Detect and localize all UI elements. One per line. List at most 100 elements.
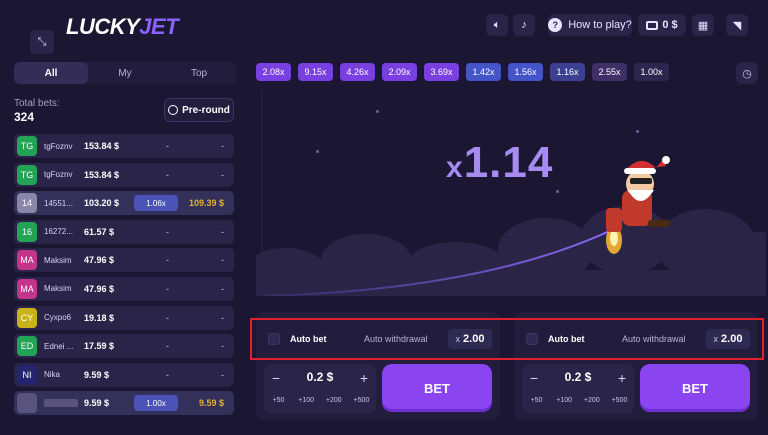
quick-plus-50-1[interactable]: +50 bbox=[266, 397, 291, 404]
pre-round-label: Pre-round bbox=[182, 104, 230, 116]
tab-my[interactable]: My bbox=[88, 62, 162, 84]
stake-value-1[interactable]: 0.2 $ bbox=[292, 370, 348, 384]
how-to-play-label: How to play? bbox=[568, 19, 632, 31]
bet-win: - bbox=[221, 312, 224, 323]
bet-multiplier: - bbox=[166, 312, 169, 323]
music-button[interactable]: ♪ bbox=[513, 14, 535, 36]
logo-lucky: LUCKY bbox=[66, 14, 140, 39]
bet-multiplier: 1.00x bbox=[134, 395, 178, 412]
bet-username: Maksim bbox=[44, 255, 72, 265]
app: LUCKYJET ⤡ 🔈︎ ♪ ? How to play? 0 $ ▦ ◥ A… bbox=[0, 0, 768, 435]
bet-multiplier: - bbox=[166, 341, 169, 352]
history-chip[interactable]: 2.55x bbox=[592, 63, 627, 81]
cloud-layer bbox=[256, 206, 766, 296]
increase-stake-button-1[interactable]: + bbox=[356, 370, 372, 386]
bet-username: Nika bbox=[44, 370, 61, 380]
bet-row: CY Cyxpo6 19.18 $ - - bbox=[14, 305, 234, 330]
current-multiplier: x1.14 bbox=[446, 138, 553, 188]
bet-win: - bbox=[221, 141, 224, 151]
avatar: NI bbox=[17, 364, 37, 385]
bet-button-1[interactable]: BET bbox=[382, 364, 492, 412]
avatar: TG bbox=[17, 136, 37, 156]
stake-value-2[interactable]: 0.2 $ bbox=[550, 370, 606, 384]
tab-all[interactable]: All bbox=[14, 62, 88, 84]
chat-icon: ◥ bbox=[732, 19, 742, 32]
decrease-stake-button-1[interactable]: − bbox=[268, 370, 284, 386]
clock-icon bbox=[168, 105, 179, 115]
total-bets-label: Total bets: bbox=[14, 98, 60, 109]
bet-amount: 9.59 $ bbox=[84, 369, 110, 380]
bets-tabs: All My Top bbox=[14, 62, 236, 84]
bet-username: 16272... bbox=[44, 227, 73, 237]
multiplier-value: 1.14 bbox=[463, 138, 554, 187]
multiplier-history: 2.08x 9.15x 4.26x 2.09x 3.69x 1.42x 1.56x 1.16x… bbox=[256, 63, 669, 81]
history-chip[interactable]: 1.42x bbox=[466, 63, 501, 81]
bet-amount: 47.96 $ bbox=[84, 283, 115, 294]
stake-stepper-2: − 0.2 $ + +50 +100 +200 +500 bbox=[522, 364, 634, 414]
multiplier-x: x bbox=[446, 151, 464, 184]
tab-top[interactable]: Top bbox=[162, 62, 236, 84]
bet-row: 14 14551... 103.20 $ 1.06x 109.39 $ bbox=[14, 191, 234, 216]
history-chip[interactable]: 4.26x bbox=[340, 63, 375, 81]
sound-button[interactable]: 🔈︎ bbox=[486, 14, 508, 36]
logo-jet: JET bbox=[139, 14, 179, 39]
pre-round-button[interactable]: Pre-round bbox=[164, 98, 234, 122]
avatar bbox=[17, 393, 37, 414]
increase-stake-button-2[interactable]: + bbox=[614, 370, 630, 386]
quick-amounts-1: +50 +100 +200 +500 bbox=[266, 397, 374, 404]
bet-win: 9.59 $ bbox=[198, 398, 224, 409]
total-bets-value: 324 bbox=[14, 110, 35, 124]
avatar: CY bbox=[17, 307, 37, 328]
history-chip[interactable]: 9.15x bbox=[298, 63, 333, 81]
quick-plus-50-2[interactable]: +50 bbox=[524, 397, 549, 404]
avatar: 16 bbox=[17, 221, 37, 242]
history-clock-icon[interactable]: ◷ bbox=[736, 62, 758, 84]
bet-amount: 61.57 $ bbox=[84, 226, 115, 237]
quick-plus-500-1[interactable]: +500 bbox=[349, 397, 374, 404]
bets-list: TG tgFoznv 153.84 $ - - TG tgFoznv 153.84 $ - - 14… bbox=[14, 134, 234, 420]
collapse-icon[interactable]: ⤡ bbox=[30, 30, 54, 54]
avatar: MA bbox=[17, 250, 37, 271]
bet-win: - bbox=[221, 369, 224, 380]
bet-amount: 153.84 $ bbox=[84, 141, 120, 151]
history-chip[interactable]: 3.69x bbox=[424, 63, 459, 81]
bet-win: - bbox=[221, 226, 224, 237]
bet-button-2[interactable]: BET bbox=[640, 364, 750, 412]
wallet-icon bbox=[646, 20, 659, 30]
history-chip[interactable]: 1.56x bbox=[508, 63, 543, 81]
bet-username: Cyxpo6 bbox=[44, 313, 72, 323]
history-chip[interactable]: 1.16x bbox=[550, 63, 585, 81]
quick-plus-100-2[interactable]: +100 bbox=[552, 397, 577, 404]
how-to-play-button[interactable]: ? How to play? bbox=[548, 14, 632, 36]
bet-username: Ednei ... bbox=[44, 341, 74, 351]
chat-button[interactable]: ◥ bbox=[726, 14, 748, 36]
history-chip[interactable]: 1.00x bbox=[634, 63, 669, 81]
history-chip[interactable]: 2.08x bbox=[256, 63, 291, 81]
avatar: TG bbox=[17, 164, 37, 185]
bet-username: 14551... bbox=[44, 198, 73, 208]
bet-amount: 153.84 $ bbox=[84, 169, 120, 180]
balance-display[interactable]: 0 $ bbox=[638, 14, 686, 36]
bet-multiplier: - bbox=[166, 141, 169, 151]
bet-row: ED Ednei ... 17.59 $ - - bbox=[14, 334, 234, 359]
bet-win: - bbox=[221, 341, 224, 352]
bet-win: - bbox=[221, 283, 224, 294]
bet-multiplier: 1.06x bbox=[134, 195, 178, 212]
bet-row: 9.59 $ 1.00x 9.59 $ bbox=[14, 391, 234, 416]
bet-multiplier: - bbox=[166, 283, 169, 294]
speaker-icon: 🔈︎ bbox=[493, 18, 501, 31]
menu-button[interactable]: ▦ bbox=[692, 14, 714, 36]
decrease-stake-button-2[interactable]: − bbox=[526, 370, 542, 386]
bet-amount: 9.59 $ bbox=[84, 398, 110, 409]
avatar: ED bbox=[17, 336, 37, 357]
quick-plus-200-2[interactable]: +200 bbox=[579, 397, 604, 404]
bet-multiplier: - bbox=[166, 255, 169, 266]
bet-multiplier: - bbox=[166, 369, 169, 380]
quick-plus-200-1[interactable]: +200 bbox=[321, 397, 346, 404]
quick-plus-500-2[interactable]: +500 bbox=[607, 397, 632, 404]
bet-win: - bbox=[221, 169, 224, 180]
avatar: 14 bbox=[17, 193, 37, 214]
history-chip[interactable]: 2.09x bbox=[382, 63, 417, 81]
hidden-username bbox=[44, 399, 78, 408]
quick-plus-100-1[interactable]: +100 bbox=[294, 397, 319, 404]
